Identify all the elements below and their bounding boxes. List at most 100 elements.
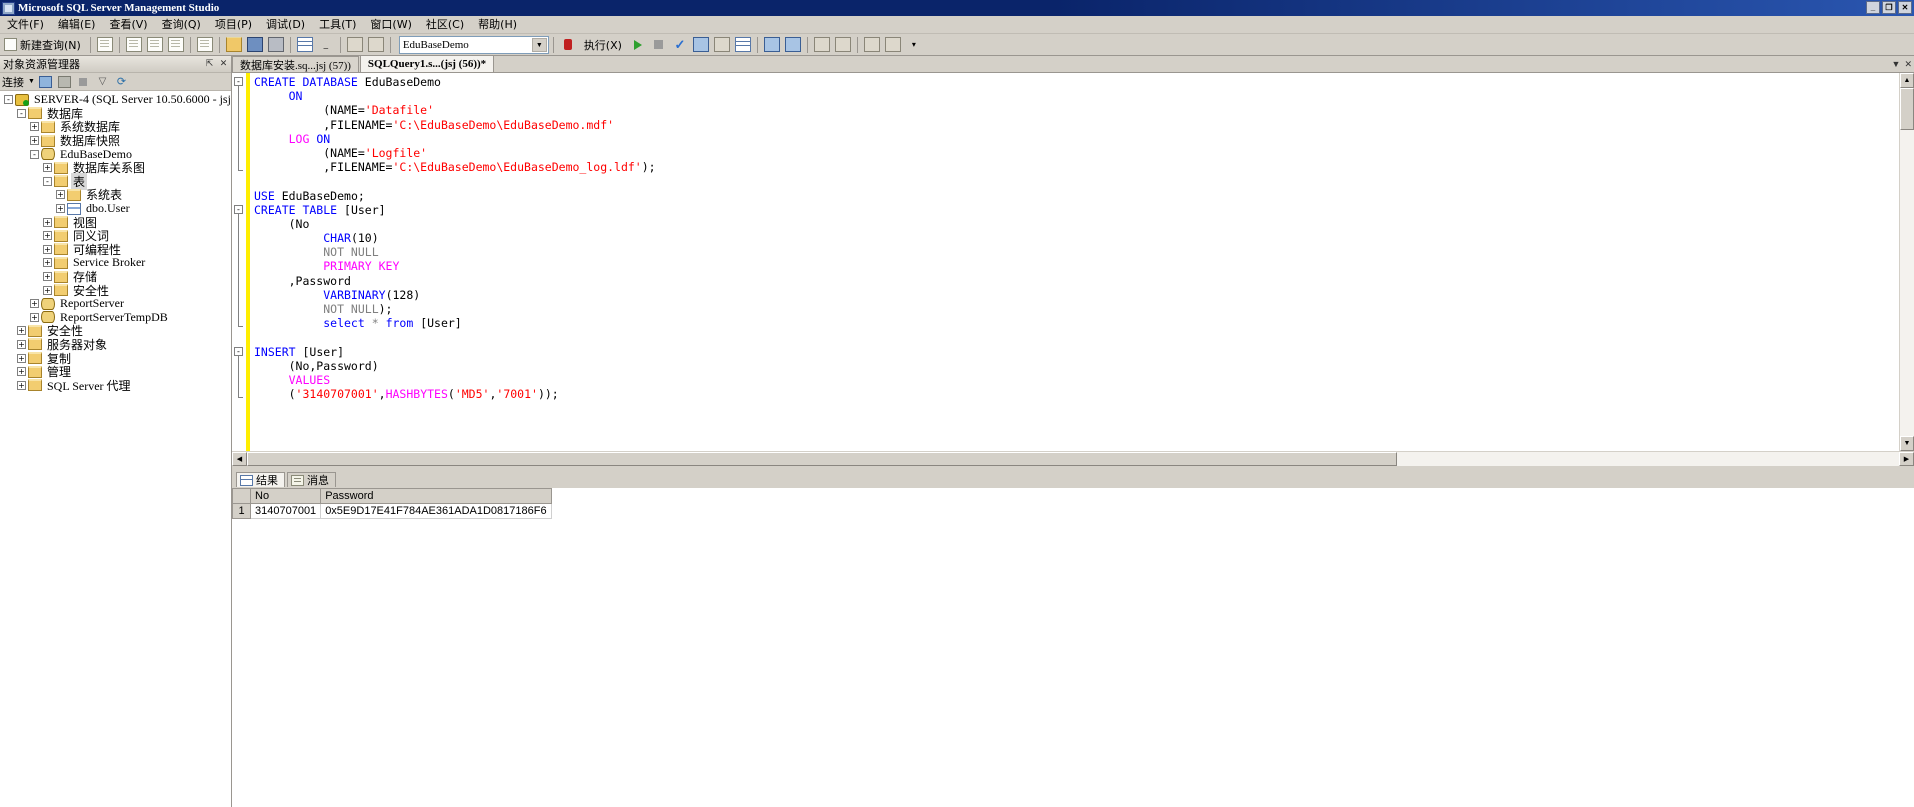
expand-toggle-icon[interactable]: + (17, 353, 26, 363)
execute-button[interactable]: 执行(X) (579, 35, 627, 54)
vertical-scroll-thumb[interactable] (1900, 88, 1914, 130)
menu-query[interactable]: 查询(Q) (155, 15, 208, 34)
connect-label[interactable]: 连接 (2, 74, 26, 90)
query-options-button[interactable] (712, 35, 732, 54)
scroll-down-button[interactable]: ▼ (1900, 436, 1914, 451)
maximize-button[interactable]: ❐ (1882, 1, 1896, 14)
new-analysis-mdx-query-button[interactable] (124, 35, 144, 54)
menu-window[interactable]: 窗口(W) (363, 15, 418, 34)
expand-toggle-icon[interactable]: + (43, 285, 52, 295)
tree-node-views[interactable]: + 视图 (0, 215, 231, 230)
tab-sqlquery1[interactable]: SQLQuery1.s...(jsj (56))* (359, 55, 495, 72)
tree-node-security[interactable]: + 安全性 (0, 324, 231, 338)
results-table[interactable]: No Password 1 3140707001 0x5E9D17E41F784AE36… (232, 488, 552, 519)
open-file-button[interactable] (224, 35, 244, 54)
tab-results[interactable]: 结果 (236, 472, 285, 487)
collapse-toggle-icon[interactable]: - (17, 108, 26, 118)
expand-toggle-icon[interactable]: + (43, 244, 52, 254)
table-cell[interactable]: 0x5E9D17E41F784AE361ADA1D0817186F6 (320, 503, 552, 519)
include-client-statistics-button[interactable] (783, 35, 803, 54)
editor-outline-gutter[interactable]: - - - (232, 73, 246, 451)
expand-toggle-icon[interactable]: + (17, 339, 26, 349)
code-fold-toggle-icon[interactable]: - (234, 204, 243, 214)
menu-view[interactable]: 查看(V) (102, 15, 154, 34)
results-grid-area[interactable]: No Password 1 3140707001 0x5E9D17E41F784AE36… (232, 488, 1914, 807)
display-estimated-plan-button[interactable] (691, 35, 711, 54)
oe-connect-icon-button[interactable] (37, 74, 54, 90)
object-explorer-tree[interactable]: - SERVER-4 (SQL Server 10.50.6000 - jsj) -… (0, 91, 231, 807)
menu-edit[interactable]: 编辑(E) (51, 15, 103, 34)
expand-toggle-icon[interactable]: + (43, 258, 52, 268)
column-header[interactable]: Password (320, 488, 552, 504)
decrease-indent-button[interactable] (862, 35, 882, 54)
table-cell[interactable]: 3140707001 (249, 503, 322, 519)
tree-node-reportserver[interactable]: + ReportServer (0, 296, 231, 311)
oe-stop-button[interactable] (75, 74, 92, 90)
menu-tools[interactable]: 工具(T) (312, 15, 363, 34)
expand-toggle-icon[interactable]: + (56, 190, 65, 200)
expand-toggle-icon[interactable]: + (17, 326, 26, 336)
connect-chevron-down-icon[interactable]: ▼ (28, 78, 35, 85)
collapse-toggle-icon[interactable]: - (30, 149, 39, 159)
debug-button[interactable] (628, 35, 648, 54)
include-actual-plan-button[interactable] (762, 35, 782, 54)
grid-corner-header[interactable] (232, 488, 251, 504)
menu-community[interactable]: 社区(C) (419, 15, 471, 34)
expand-toggle-icon[interactable]: + (43, 272, 52, 282)
new-analysis-dmx-query-button[interactable] (145, 35, 165, 54)
oe-refresh-button[interactable]: ⟳ (113, 74, 130, 90)
new-query-button[interactable]: 新建查询(N) (2, 35, 86, 54)
tabstrip-dropdown-button[interactable]: ▼ (1892, 59, 1901, 70)
table-row[interactable]: 1 3140707001 0x5E9D17E41F784AE361ADA1D0817… (232, 503, 552, 519)
sql-code-text[interactable]: CREATE DATABASE EduBaseDemo ON (NAME='Da… (250, 73, 1899, 451)
tree-node-sql-agent[interactable]: + SQL Server 代理 (0, 378, 231, 393)
parse-button[interactable]: ✓ (670, 35, 690, 54)
print-button[interactable] (266, 35, 286, 54)
editor-vertical-scrollbar[interactable]: ▲ ▼ (1899, 73, 1914, 451)
column-header[interactable]: No (249, 488, 322, 504)
expand-toggle-icon[interactable]: + (30, 299, 39, 309)
new-db-engine-query-button[interactable] (95, 35, 115, 54)
sql-editor[interactable]: - - - CREATE DATABASE EduBaseDemo ON (NAME… (232, 73, 1899, 451)
uncomment-button[interactable] (833, 35, 853, 54)
tree-node-database-snapshots[interactable]: + 数据库快照 (0, 134, 231, 148)
oe-autohide-button[interactable]: ⇱ (204, 59, 215, 69)
expand-toggle-icon[interactable]: + (56, 204, 65, 214)
tree-node-db-diagrams[interactable]: + 数据库关系图 (0, 161, 231, 175)
close-button[interactable]: ✕ (1898, 1, 1912, 14)
save-button[interactable] (245, 35, 265, 54)
chevron-down-icon[interactable]: ▼ (531, 37, 547, 52)
tab-db-install[interactable]: 数据库安装.sq...jsj (57)) (232, 56, 359, 72)
tree-node-reportservertempdb[interactable]: + ReportServerTempDB (0, 310, 231, 325)
object-explorer-details-button[interactable] (295, 35, 315, 54)
increase-indent-button[interactable] (883, 35, 903, 54)
collapse-toggle-icon[interactable]: - (4, 95, 13, 105)
expand-toggle-icon[interactable]: + (43, 163, 52, 173)
horizontal-scroll-thumb[interactable] (247, 452, 1397, 466)
menu-project[interactable]: 项目(P) (208, 15, 259, 34)
row-number[interactable]: 1 (232, 503, 251, 519)
cancel-query-button[interactable] (649, 35, 669, 54)
results-to-grid-button[interactable] (733, 35, 753, 54)
expand-toggle-icon[interactable]: + (30, 122, 39, 132)
code-fold-toggle-icon[interactable]: - (234, 77, 243, 86)
oe-disconnect-button[interactable] (56, 74, 73, 90)
new-project-button[interactable] (195, 35, 215, 54)
code-fold-toggle-icon[interactable]: - (234, 346, 243, 356)
toolbar-options-button[interactable]: ▾ (904, 35, 924, 54)
expand-toggle-icon[interactable]: + (17, 380, 26, 390)
cut-button[interactable] (345, 35, 365, 54)
minimize-button[interactable]: _ (1866, 1, 1880, 14)
collapse-toggle-icon[interactable]: - (43, 176, 52, 186)
scroll-left-button[interactable]: ◀ (232, 452, 247, 466)
expand-toggle-icon[interactable]: + (17, 367, 26, 377)
expand-toggle-icon[interactable]: + (43, 231, 52, 241)
comment-button[interactable] (812, 35, 832, 54)
tabstrip-close-button[interactable]: ✕ (1904, 59, 1912, 70)
tree-node-service-broker[interactable]: + Service Broker (0, 255, 231, 270)
expand-toggle-icon[interactable]: + (30, 312, 39, 322)
new-analysis-xmla-query-button[interactable] (166, 35, 186, 54)
tree-node-replication[interactable]: + 复制 (0, 351, 231, 366)
menu-debug[interactable]: 调试(D) (259, 15, 312, 34)
tree-node-programmability[interactable]: + 可编程性 (0, 243, 231, 257)
